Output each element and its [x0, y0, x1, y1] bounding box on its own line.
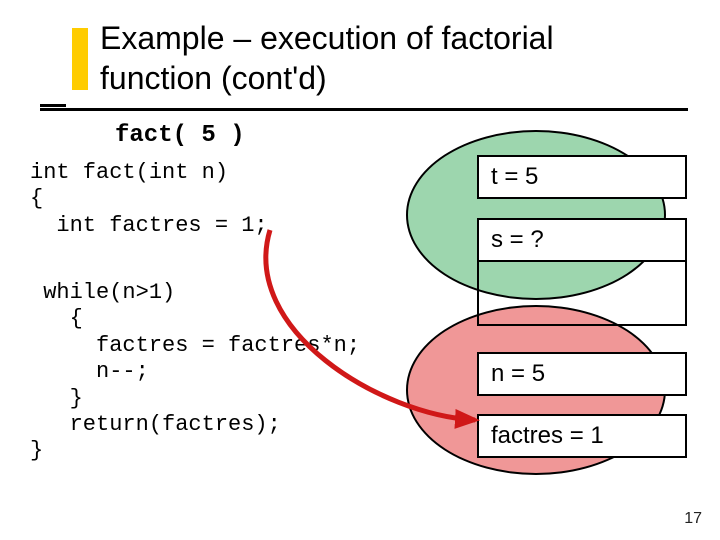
slide-root: Example – execution of factorial functio… — [0, 0, 720, 540]
title-accent-bar — [72, 28, 88, 90]
function-call-label: fact( 5 ) — [115, 122, 245, 149]
page-number: 17 — [684, 510, 702, 528]
code-block-body: while(n>1) { factres = factres*n; n--; }… — [30, 280, 360, 465]
title-line-1: Example – execution of factorial — [100, 20, 554, 56]
var-s-text: s = ? — [491, 226, 544, 254]
title-rule-stub — [40, 104, 66, 107]
var-box-t: t = 5 — [477, 155, 687, 199]
var-factres-text: factres = 1 — [491, 422, 604, 450]
slide-title: Example – execution of factorial functio… — [100, 18, 554, 98]
title-line-2: function (cont'd) — [100, 60, 327, 96]
var-box-s: s = ? — [477, 218, 687, 262]
var-box-spacer — [477, 262, 687, 326]
var-t-text: t = 5 — [491, 163, 538, 191]
var-box-n: n = 5 — [477, 352, 687, 396]
var-box-factres: factres = 1 — [477, 414, 687, 458]
code-block-decl: int fact(int n) { int factres = 1; — [30, 160, 268, 239]
title-rule — [40, 108, 688, 111]
var-n-text: n = 5 — [491, 360, 545, 388]
